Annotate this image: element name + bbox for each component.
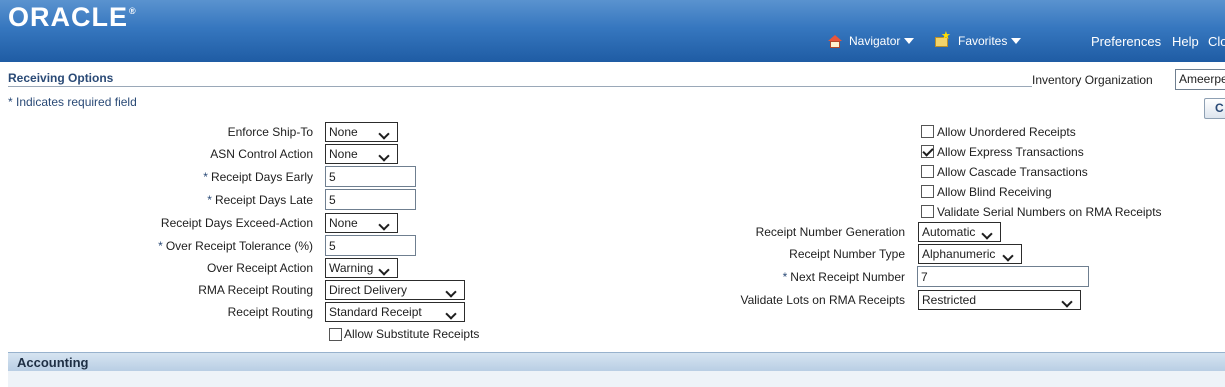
continue-button[interactable]: C xyxy=(1204,98,1225,119)
days-early-input[interactable]: 5 xyxy=(325,166,416,187)
org-label: Inventory Organization xyxy=(1032,73,1153,87)
title-divider xyxy=(8,86,1032,87)
logo-text: ORACLE xyxy=(8,2,128,32)
number-type-value: Alphanumeric xyxy=(922,247,996,261)
favorites-folder-icon: ★ xyxy=(935,31,951,47)
required-field-note: * Indicates required field xyxy=(8,95,137,109)
days-early-label: * Receipt Days Early xyxy=(203,170,313,184)
navigator-label: Navigator xyxy=(849,34,901,48)
favorites-label: Favorites xyxy=(958,34,1008,48)
rma-routing-select[interactable]: Direct Delivery xyxy=(325,280,465,300)
receipt-routing-label: Receipt Routing xyxy=(227,305,313,319)
chevron-down-icon xyxy=(378,127,393,140)
chevron-down-icon xyxy=(1002,249,1017,262)
next-number-input[interactable]: 7 xyxy=(917,266,1089,287)
over-tolerance-label: * Over Receipt Tolerance (%) xyxy=(158,239,313,253)
rma-routing-label: RMA Receipt Routing xyxy=(198,283,313,297)
number-type-select[interactable]: Alphanumeric xyxy=(918,244,1022,264)
preferences-link[interactable]: Preferences xyxy=(1091,34,1161,49)
receipt-routing-value: Standard Receipt xyxy=(329,305,422,319)
chevron-down-icon xyxy=(445,307,460,320)
validate-serial-checkbox[interactable] xyxy=(921,205,934,218)
exceed-action-label: Receipt Days Exceed-Action xyxy=(160,216,313,230)
chevron-down-icon xyxy=(445,285,460,298)
required-marker: * xyxy=(782,270,788,284)
over-action-label: Over Receipt Action xyxy=(206,261,313,275)
navigator-menu[interactable]: Navigator xyxy=(828,34,915,48)
app-header: ORACLE® Navigator ★ Favorites Preference… xyxy=(0,0,1225,62)
cascade-transactions-checkbox[interactable] xyxy=(921,165,934,178)
enforce-ship-to-label: Enforce Ship-To xyxy=(227,125,313,139)
blind-receiving-checkbox[interactable] xyxy=(921,185,934,198)
substitute-receipts-checkbox[interactable] xyxy=(329,328,342,341)
over-tolerance-text: Over Receipt Tolerance (%) xyxy=(165,239,313,253)
over-action-value: Warning xyxy=(329,261,374,275)
receipt-routing-select[interactable]: Standard Receipt xyxy=(325,302,465,322)
enforce-ship-to-value: None xyxy=(329,125,358,139)
express-transactions-label: Allow Express Transactions xyxy=(937,145,1084,159)
number-generation-value: Automatic xyxy=(922,225,976,239)
oracle-logo: ORACLE® xyxy=(8,2,137,33)
chevron-down-icon xyxy=(1061,295,1076,308)
unordered-receipts-label: Allow Unordered Receipts xyxy=(937,125,1076,139)
days-late-label: * Receipt Days Late xyxy=(207,193,313,207)
page-title: Receiving Options xyxy=(8,71,114,85)
validate-lots-label: Validate Lots on RMA Receipts xyxy=(740,293,905,307)
over-tolerance-input[interactable]: 5 xyxy=(325,235,416,256)
unordered-receipts-checkbox[interactable] xyxy=(921,125,934,138)
number-generation-select[interactable]: Automatic xyxy=(918,222,1001,242)
next-number-text: Next Receipt Number xyxy=(790,270,905,284)
asn-control-select[interactable]: None xyxy=(325,144,398,164)
days-late-text: Receipt Days Late xyxy=(214,193,313,207)
express-transactions-checkbox[interactable] xyxy=(921,145,934,158)
rma-routing-value: Direct Delivery xyxy=(329,283,408,297)
validate-lots-select[interactable]: Restricted xyxy=(918,290,1081,310)
favorites-menu[interactable]: ★ Favorites xyxy=(935,31,1022,48)
chevron-down-icon xyxy=(1011,38,1022,44)
accounting-title: Accounting xyxy=(17,355,89,370)
help-link[interactable]: Help xyxy=(1172,34,1199,49)
required-marker: * xyxy=(203,170,208,184)
substitute-receipts-label: Allow Substitute Receipts xyxy=(344,327,480,341)
days-early-text: Receipt Days Early xyxy=(210,170,313,184)
exceed-action-value: None xyxy=(329,216,358,230)
registered-mark: ® xyxy=(129,6,137,16)
number-type-label: Receipt Number Type xyxy=(789,247,905,261)
required-marker: * xyxy=(158,239,163,253)
chevron-down-icon xyxy=(981,227,996,240)
asn-control-label: ASN Control Action xyxy=(210,147,313,161)
chevron-down-icon xyxy=(378,263,393,276)
org-field[interactable]: Ameerpet xyxy=(1175,69,1225,90)
chevron-down-icon xyxy=(378,218,393,231)
over-action-select[interactable]: Warning xyxy=(325,258,398,278)
required-marker: * xyxy=(207,193,212,207)
chevron-down-icon xyxy=(904,38,915,44)
asn-control-value: None xyxy=(329,147,358,161)
validate-lots-value: Restricted xyxy=(922,293,977,307)
next-number-label: * Next Receipt Number xyxy=(783,270,905,284)
validate-serial-label: Validate Serial Numbers on RMA Receipts xyxy=(937,205,1162,219)
enforce-ship-to-select[interactable]: None xyxy=(325,122,398,142)
number-generation-label: Receipt Number Generation xyxy=(755,225,905,239)
cascade-transactions-label: Allow Cascade Transactions xyxy=(937,165,1088,179)
accounting-section-body xyxy=(8,371,1225,387)
home-icon xyxy=(828,34,842,48)
accounting-section-header xyxy=(8,352,1225,371)
blind-receiving-label: Allow Blind Receiving xyxy=(937,185,1052,199)
chevron-down-icon xyxy=(378,149,393,162)
close-link[interactable]: Close xyxy=(1208,34,1225,49)
exceed-action-select[interactable]: None xyxy=(325,213,398,233)
days-late-input[interactable]: 5 xyxy=(325,189,416,210)
